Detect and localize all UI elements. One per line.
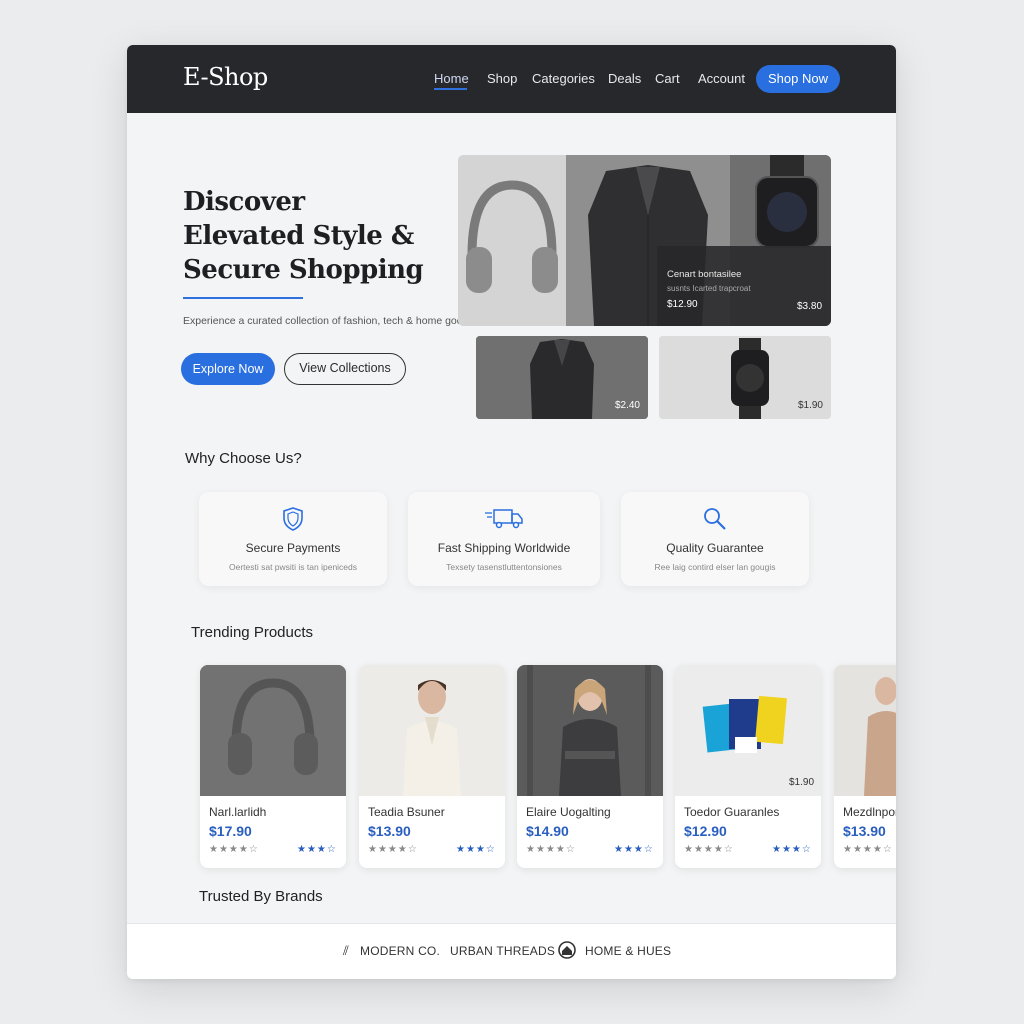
rating-stars: ★★★★☆: [526, 844, 576, 855]
headphones-panel: [458, 155, 566, 326]
browser-window: E-Shop Home Shop Categories Deals Cart A…: [127, 45, 896, 979]
rating-stars: ★★★★☆: [368, 844, 418, 855]
rating-stars-highlight: ★★★☆: [456, 844, 496, 855]
rating-stars: ★★★★☆: [684, 844, 734, 855]
product-image: $1.90: [675, 665, 821, 796]
product-name: Narl.larlidh: [209, 805, 267, 819]
product-price: $13.90: [843, 823, 886, 839]
product-card[interactable]: Teadia Bsuner $13.90 ★★★★☆ ★★★☆: [359, 665, 505, 868]
rating-stars: ★★★★☆: [209, 844, 259, 855]
feature-card-secure-payments: Secure Payments Oertesti sat pwsiti is t…: [199, 492, 387, 586]
feature-description: Texsety tasenstluttentonsiones: [446, 562, 562, 572]
shield-icon: [283, 507, 303, 531]
magnifier-icon: [704, 508, 726, 530]
product-price: $12.90: [684, 823, 727, 839]
product-price: $17.90: [209, 823, 252, 839]
model-cream-blazer-image: [359, 665, 505, 796]
brand-modern-co[interactable]: MODERN CO.: [360, 944, 440, 958]
product-price: $13.90: [368, 823, 411, 839]
nav-active-indicator: [434, 88, 467, 90]
headphones-icon: [458, 155, 566, 326]
overlay-subtitle: susnts Icarted trapcroat: [667, 284, 751, 293]
product-image: [517, 665, 663, 796]
feature-title: Fast Shipping Worldwide: [437, 541, 571, 555]
overlay-title: Cenart bontasilee: [667, 269, 742, 280]
brands-bar: ⫽ MODERN CO. URBAN THREADS HOME & HUES: [127, 923, 896, 979]
product-name: Toedor Guaranles: [684, 805, 780, 819]
feature-card-quality-guarantee: Quality Guarantee Ree laig contird elser…: [621, 492, 809, 586]
feature-title: Secure Payments: [245, 541, 341, 555]
product-image: [359, 665, 505, 796]
why-choose-us-title: Why Choose Us?: [185, 450, 302, 467]
nav-shop[interactable]: Shop: [487, 71, 517, 86]
logo[interactable]: E-Shop: [183, 63, 268, 91]
nav-account[interactable]: Account: [698, 71, 745, 86]
product-name: Elaire Uogalting: [526, 805, 611, 819]
nav-deals[interactable]: Deals: [608, 71, 641, 86]
nav-categories[interactable]: Categories: [532, 71, 595, 86]
feature-description: Ree laig contird elser lan gougis: [654, 562, 776, 572]
overlay-price: $12.90: [667, 299, 698, 310]
trending-products-title: Trending Products: [191, 624, 314, 641]
top-navbar: E-Shop Home Shop Categories Deals Cart A…: [127, 45, 896, 113]
hero-divider: [183, 297, 303, 299]
shop-now-button[interactable]: Shop Now: [756, 65, 840, 93]
featured-overlay-card[interactable]: Cenart bontasilee susnts Icarted trapcro…: [657, 246, 831, 326]
feature-card-fast-shipping: Fast Shipping Worldwide Texsety tasenstl…: [408, 492, 600, 586]
hero-title-line-3: Secure Shopping: [183, 255, 424, 285]
hero-collage[interactable]: Cenart bontasilee susnts Icarted trapcro…: [458, 155, 831, 326]
headphones-icon: [200, 665, 346, 796]
view-collections-button[interactable]: View Collections: [284, 353, 406, 385]
tile-price: $1.90: [797, 400, 823, 411]
product-image: [200, 665, 346, 796]
home-hues-logo-icon: [558, 941, 576, 959]
hero-subtitle: Experience a curated collection of fashi…: [183, 315, 477, 327]
rating-stars-highlight: ★★★☆: [297, 844, 337, 855]
product-card[interactable]: Elaire Uogalting $14.90 ★★★★☆ ★★★☆: [517, 665, 663, 868]
nav-home[interactable]: Home: [434, 71, 469, 86]
explore-now-button[interactable]: Explore Now: [181, 353, 275, 385]
product-price: $14.90: [526, 823, 569, 839]
product-image: [834, 665, 896, 796]
nav-cart[interactable]: Cart: [655, 71, 680, 86]
brand-home-and-hues[interactable]: HOME & HUES: [585, 944, 671, 958]
hero-title: Discover Elevated Style & Secure Shoppin…: [183, 185, 443, 287]
feature-title: Quality Guarantee: [666, 541, 764, 555]
rating-stars-highlight: ★★★☆: [614, 844, 654, 855]
hero-title-line-1: Discover: [183, 187, 305, 217]
tile-price: $2.40: [614, 400, 640, 411]
product-card[interactable]: Narl.larlidh $17.90 ★★★★☆ ★★★☆: [200, 665, 346, 868]
product-image-price-tag: $1.90: [789, 777, 815, 788]
feature-description: Oertesti sat pwsiti is tan ipeniceds: [228, 562, 358, 572]
product-card[interactable]: $1.90 Toedor Guaranles $12.90 ★★★★☆ ★★★☆: [675, 665, 821, 868]
trusted-by-brands-title: Trusted By Brands: [199, 888, 323, 905]
hero-title-line-2: Elevated Style &: [183, 221, 414, 251]
model-trench-coat-image: [834, 665, 896, 796]
model-plaid-blazer-image: [517, 665, 663, 796]
brand-logo-mark-icon: ⫽: [343, 943, 349, 958]
overlay-price-secondary: $3.80: [797, 301, 823, 312]
brand-urban-threads[interactable]: URBAN THREADS: [450, 944, 555, 958]
blazer-tile[interactable]: $2.40: [476, 336, 648, 419]
product-card[interactable]: Mezdlnpor $13.90 ★★★★☆: [834, 665, 896, 868]
watch-tile[interactable]: $1.90: [659, 336, 831, 419]
rating-stars-highlight: ★★★☆: [772, 844, 812, 855]
truck-icon: [485, 509, 523, 529]
rating-stars: ★★★★☆: [843, 844, 893, 855]
product-name: Teadia Bsuner: [368, 805, 445, 819]
product-name: Mezdlnpor: [843, 805, 896, 819]
